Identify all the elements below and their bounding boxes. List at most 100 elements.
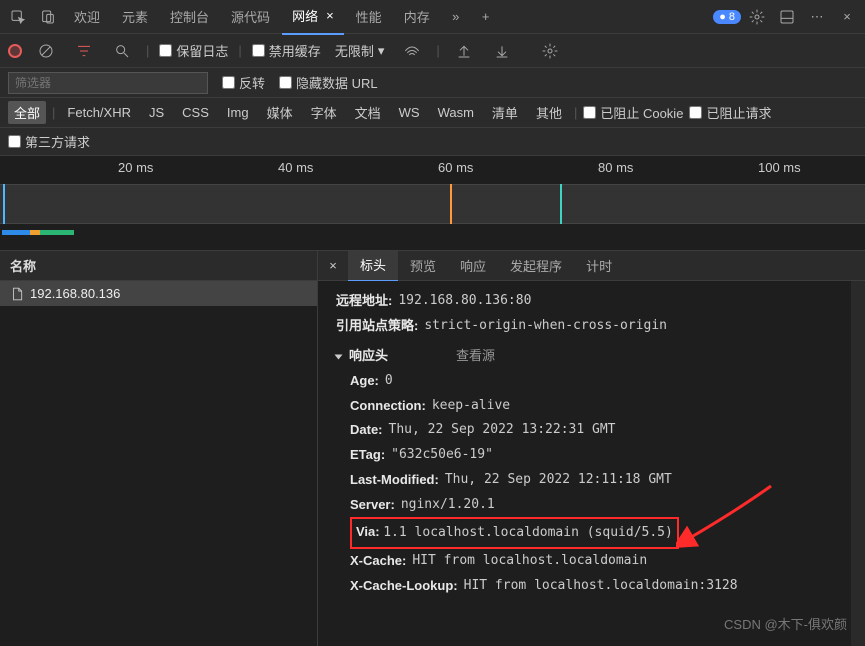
header-key: X-Cache-Lookup: xyxy=(350,574,458,599)
load-marker xyxy=(560,184,562,224)
close-icon[interactable]: × xyxy=(326,8,334,23)
watermark: CSDN @木下-俱欢颜 xyxy=(724,613,847,638)
header-value: HIT from localhost.localdomain:3128 xyxy=(464,574,738,599)
header-value: Thu, 22 Sep 2022 13:22:31 GMT xyxy=(389,418,616,443)
request-bar xyxy=(2,230,74,235)
invert-checkbox[interactable]: 反转 xyxy=(222,73,265,92)
tab-memory[interactable]: 内存 xyxy=(394,0,440,34)
close-detail-icon[interactable]: × xyxy=(318,258,348,273)
tab-console[interactable]: 控制台 xyxy=(160,0,219,34)
filter-all[interactable]: 全部 xyxy=(8,101,46,124)
remote-address-value: 192.168.80.136:80 xyxy=(398,289,531,314)
view-source-link[interactable]: 查看源 xyxy=(456,344,495,369)
waterfall-strip xyxy=(0,184,865,224)
tab-preview[interactable]: 预览 xyxy=(398,250,448,281)
tick-label: 80 ms xyxy=(598,160,633,175)
header-value: keep-alive xyxy=(432,394,510,419)
extra-filter-bar: 第三方请求 xyxy=(0,128,865,156)
tick-label: 60 ms xyxy=(438,160,473,175)
request-row[interactable]: 192.168.80.136 xyxy=(0,281,317,306)
filter-doc[interactable]: 文档 xyxy=(349,101,387,124)
header-key: Age: xyxy=(350,369,379,394)
header-key: Last-Modified: xyxy=(350,468,439,493)
more-icon[interactable]: ⋯ xyxy=(803,3,831,31)
detail-tab-bar: × 标头 预览 响应 发起程序 计时 xyxy=(318,251,865,281)
header-key: X-Cache: xyxy=(350,549,406,574)
tick-label: 20 ms xyxy=(118,160,153,175)
disable-cache-checkbox[interactable]: 禁用缓存 xyxy=(252,41,321,60)
network-toolbar: | 保留日志 | 禁用缓存 无限制▾ | xyxy=(0,34,865,68)
tab-performance[interactable]: 性能 xyxy=(346,0,392,34)
tab-initiator[interactable]: 发起程序 xyxy=(498,250,574,281)
more-tabs-icon[interactable]: » xyxy=(442,3,470,31)
tab-headers[interactable]: 标头 xyxy=(348,249,398,282)
filter-fetch[interactable]: Fetch/XHR xyxy=(61,103,137,122)
triangle-down-icon xyxy=(335,354,343,359)
header-value: "632c50e6-19" xyxy=(391,443,493,468)
filter-media[interactable]: 媒体 xyxy=(261,101,299,124)
throttling-dropdown[interactable]: 无限制▾ xyxy=(331,39,389,62)
response-headers-section[interactable]: 响应头查看源 xyxy=(336,344,847,369)
filter-css[interactable]: CSS xyxy=(176,103,215,122)
devtools-tab-bar: 欢迎 元素 控制台 源代码 网络× 性能 内存 » + ●8 ⋯ × xyxy=(0,0,865,34)
filter-icon[interactable] xyxy=(70,37,98,65)
filter-js[interactable]: JS xyxy=(143,103,170,122)
tab-welcome[interactable]: 欢迎 xyxy=(64,0,110,34)
tick-label: 40 ms xyxy=(278,160,313,175)
plus-icon[interactable]: + xyxy=(472,3,500,31)
gear-icon[interactable] xyxy=(743,3,771,31)
filter-other[interactable]: 其他 xyxy=(530,101,568,124)
filter-img[interactable]: Img xyxy=(221,103,255,122)
blocked-cookies-checkbox[interactable]: 已阻止 Cookie xyxy=(583,103,683,122)
tab-network[interactable]: 网络× xyxy=(282,0,344,35)
request-list-pane: 名称 192.168.80.136 xyxy=(0,251,318,646)
filter-bar: 反转 隐藏数据 URL xyxy=(0,68,865,98)
chevron-down-icon: ▾ xyxy=(378,43,385,59)
referrer-policy-label: 引用站点策略: xyxy=(336,314,418,339)
network-conditions-icon[interactable] xyxy=(398,37,426,65)
device-toggle-icon[interactable] xyxy=(34,3,62,31)
third-party-checkbox[interactable]: 第三方请求 xyxy=(8,132,90,151)
timeline-overview[interactable]: 20 ms 40 ms 60 ms 80 ms 100 ms xyxy=(0,156,865,251)
settings-gear-icon[interactable] xyxy=(536,37,564,65)
remote-address-label: 远程地址: xyxy=(336,289,392,314)
request-detail-pane: × 标头 预览 响应 发起程序 计时 远程地址:192.168.80.136:8… xyxy=(318,251,865,646)
preserve-log-checkbox[interactable]: 保留日志 xyxy=(159,41,228,60)
scrollbar[interactable] xyxy=(851,281,865,646)
tab-response[interactable]: 响应 xyxy=(448,250,498,281)
name-column-header[interactable]: 名称 xyxy=(0,251,317,281)
document-icon xyxy=(10,287,24,301)
record-button[interactable] xyxy=(8,44,22,58)
filter-manifest[interactable]: 清单 xyxy=(486,101,524,124)
upload-icon[interactable] xyxy=(450,37,478,65)
download-icon[interactable] xyxy=(488,37,516,65)
tab-sources[interactable]: 源代码 xyxy=(221,0,280,34)
tab-elements[interactable]: 元素 xyxy=(112,0,158,34)
header-key: Date: xyxy=(350,418,383,443)
filter-ws[interactable]: WS xyxy=(393,103,426,122)
via-header-highlighted: Via: 1.1 localhost.localdomain (squid/5.… xyxy=(350,517,679,549)
referrer-policy-value: strict-origin-when-cross-origin xyxy=(424,314,667,339)
tick-label: 100 ms xyxy=(758,160,801,175)
hide-data-urls-checkbox[interactable]: 隐藏数据 URL xyxy=(279,73,378,92)
dock-icon[interactable] xyxy=(773,3,801,31)
search-icon[interactable] xyxy=(108,37,136,65)
filter-font[interactable]: 字体 xyxy=(305,101,343,124)
close-devtools-icon[interactable]: × xyxy=(833,3,861,31)
inspect-icon[interactable] xyxy=(4,3,32,31)
filter-input[interactable] xyxy=(8,72,208,94)
header-key: ETag: xyxy=(350,443,385,468)
filter-wasm[interactable]: Wasm xyxy=(432,103,480,122)
header-value: Thu, 22 Sep 2022 12:11:18 GMT xyxy=(445,468,672,493)
blocked-requests-checkbox[interactable]: 已阻止请求 xyxy=(689,103,771,122)
tab-timing[interactable]: 计时 xyxy=(574,250,624,281)
header-value: HIT from localhost.localdomain xyxy=(412,549,647,574)
timeline-marker xyxy=(3,184,5,224)
issues-badge[interactable]: ●8 xyxy=(713,10,741,24)
domcontentloaded-marker xyxy=(450,184,452,224)
header-value: 0 xyxy=(385,369,393,394)
header-key: Server: xyxy=(350,493,395,518)
request-name: 192.168.80.136 xyxy=(30,286,120,301)
header-value: nginx/1.20.1 xyxy=(401,493,495,518)
clear-icon[interactable] xyxy=(32,37,60,65)
